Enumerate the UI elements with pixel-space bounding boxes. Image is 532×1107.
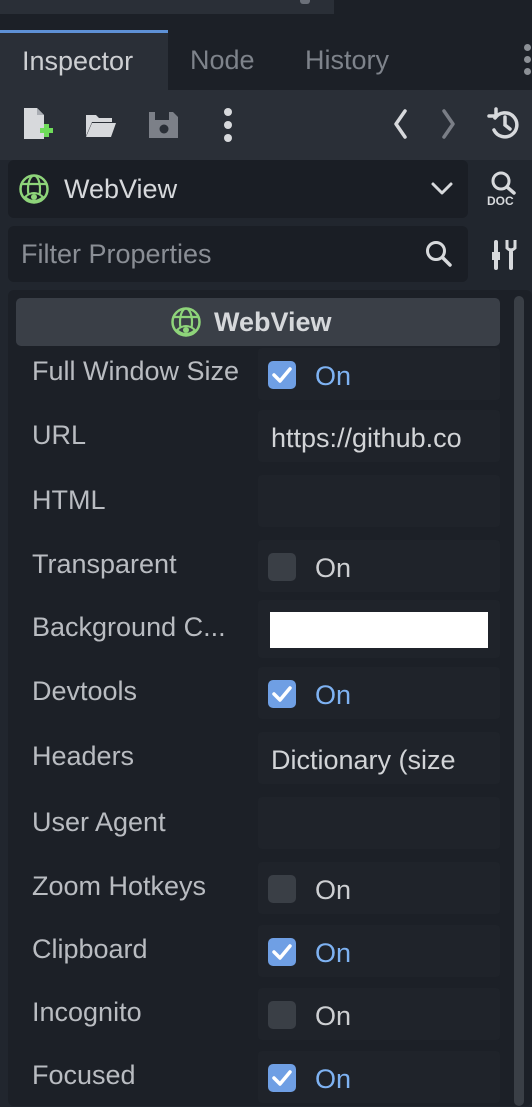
clipboard-checkbox[interactable]: On: [258, 925, 500, 977]
history-icon[interactable]: [487, 106, 521, 142]
tab-inspector-label: Inspector: [22, 46, 134, 76]
doc-icon[interactable]: DOC: [486, 170, 522, 213]
checkbox-checked-icon: [268, 1064, 296, 1092]
checkbox-unchecked-icon: [268, 553, 296, 581]
checkbox-on-label: On: [315, 1064, 352, 1094]
checkbox-on-label: On: [315, 361, 352, 391]
save-icon[interactable]: [147, 106, 181, 142]
headers-dictionary-button[interactable]: Dictionary (size: [258, 732, 500, 784]
incognito-checkbox[interactable]: On: [258, 988, 500, 1040]
webview-globe-icon: [18, 173, 50, 210]
checkbox-on-label: On: [315, 938, 352, 968]
checkbox-on-label: On: [315, 875, 352, 905]
open-folder-icon[interactable]: [84, 106, 118, 142]
url-value: https://github.co: [271, 423, 462, 453]
property-label-headers: Headers: [32, 741, 135, 771]
section-title: WebView: [214, 307, 332, 337]
full-window-size-checkbox[interactable]: On: [258, 348, 500, 400]
tab-node[interactable]: Node: [190, 30, 255, 90]
section-header[interactable]: WebView: [16, 298, 500, 346]
checkbox-checked-icon: [268, 938, 296, 966]
property-label-transparent: Transparent: [32, 549, 177, 579]
checkbox-checked-icon: [268, 680, 296, 708]
property-label-full-window-size: Full Window Size: [32, 356, 240, 386]
top-strip: [0, 0, 532, 30]
property-label-html: HTML: [32, 485, 106, 515]
property-label-focused: Focused: [32, 1060, 136, 1090]
tab-inspector[interactable]: Inspector: [0, 30, 168, 90]
property-label-incognito: Incognito: [32, 997, 142, 1027]
background-color-picker[interactable]: [258, 600, 500, 658]
new-resource-icon[interactable]: [22, 106, 56, 142]
zoom-hotkeys-checkbox[interactable]: On: [258, 862, 500, 914]
tab-history[interactable]: History: [305, 30, 389, 90]
checkbox-unchecked-icon: [268, 1001, 296, 1029]
user-agent-field[interactable]: [258, 797, 500, 849]
chevron-down-icon: [430, 179, 454, 204]
transparent-checkbox[interactable]: On: [258, 540, 500, 592]
focused-checkbox[interactable]: On: [258, 1051, 500, 1103]
color-swatch: [270, 612, 488, 648]
webview-globe-icon: [170, 306, 202, 343]
object-selector[interactable]: WebView: [8, 160, 468, 218]
property-label-background-color: Background C...: [32, 612, 226, 642]
back-icon[interactable]: [384, 106, 418, 142]
property-label-user-agent: User Agent: [32, 807, 166, 837]
checkbox-unchecked-icon: [268, 875, 296, 903]
property-label-url: URL: [32, 420, 87, 450]
forward-icon[interactable]: [431, 106, 465, 142]
property-label-clipboard: Clipboard: [32, 934, 148, 964]
svg-text:DOC: DOC: [487, 194, 514, 208]
property-tools-icon[interactable]: [489, 238, 519, 277]
search-icon: [424, 239, 454, 274]
dock-tab-bar: Inspector Node History: [0, 30, 532, 90]
more-options-icon[interactable]: [211, 106, 245, 142]
headers-value: Dictionary (size: [271, 745, 456, 775]
filter-properties-input[interactable]: Filter Properties: [8, 226, 468, 282]
filter-placeholder: Filter Properties: [21, 239, 212, 269]
checkbox-on-label: On: [315, 1001, 352, 1031]
checkbox-checked-icon: [268, 361, 296, 389]
top-handle: [300, 0, 310, 4]
top-panel-edge: [0, 0, 334, 14]
object-selector-label: WebView: [64, 174, 178, 204]
devtools-checkbox[interactable]: On: [258, 667, 500, 719]
html-field[interactable]: [258, 475, 500, 527]
url-field[interactable]: https://github.co: [258, 410, 500, 462]
property-label-devtools: Devtools: [32, 676, 138, 706]
property-label-zoom-hotkeys: Zoom Hotkeys: [32, 871, 207, 901]
checkbox-on-label: On: [315, 553, 352, 583]
checkbox-on-label: On: [315, 680, 352, 710]
tab-menu-icon[interactable]: [520, 44, 532, 78]
scrollbar[interactable]: [514, 296, 524, 1106]
